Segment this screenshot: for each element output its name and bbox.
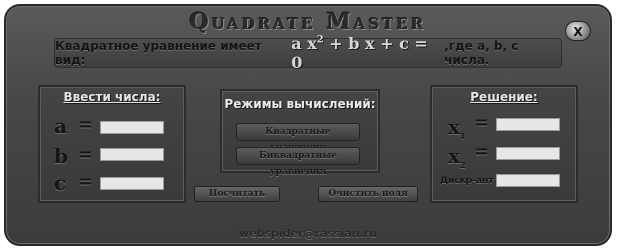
- equals-x2: =: [474, 141, 490, 162]
- solution-panel-title: Решение:: [470, 90, 538, 104]
- compute-button[interactable]: Посчитать: [194, 186, 280, 202]
- input-b[interactable]: [100, 148, 164, 161]
- equals-x1: =: [474, 112, 490, 133]
- formula-prefix: Квадратное уравнение имеет вид:: [55, 39, 262, 67]
- discriminant-label: Дискр-ант: [440, 176, 494, 186]
- label-b: b: [54, 144, 68, 168]
- footer-email: webspider@rassian.ru: [239, 227, 377, 240]
- solution-panel: Решение: x1 = x2 = Дискр-ант: [430, 85, 578, 203]
- label-c: c: [54, 171, 67, 195]
- clear-button[interactable]: Очистить поля: [318, 186, 418, 202]
- formula-bar: Квадратное уравнение имеет вид: a x2 + b…: [54, 34, 562, 72]
- input-a[interactable]: [100, 121, 164, 134]
- modes-panel: Режимы вычислений: Квадратные уравнения …: [220, 89, 380, 177]
- mode-quadratic-button[interactable]: Квадратные уравнения: [236, 123, 360, 153]
- output-discriminant[interactable]: [496, 174, 560, 187]
- app-window: Quadrate Master X Квадратное уравнение и…: [4, 4, 612, 246]
- label-x1: x1: [448, 115, 466, 141]
- label-x2: x2: [448, 144, 466, 170]
- output-x1[interactable]: [496, 118, 560, 131]
- equals-a: =: [78, 114, 94, 135]
- input-c[interactable]: [100, 177, 164, 190]
- modes-panel-title: Режимы вычислений:: [224, 97, 376, 111]
- close-button[interactable]: X: [565, 21, 591, 41]
- equals-c: =: [78, 171, 94, 192]
- output-x2[interactable]: [496, 147, 560, 160]
- label-a: a: [54, 114, 67, 138]
- formula-suffix: ,где a, b, с числа.: [444, 39, 519, 67]
- app-title: Quadrate Master: [189, 9, 427, 35]
- formula-equation: a x2 + b x + c = 0: [291, 34, 428, 72]
- mode-biquadratic-button[interactable]: Биквадратные уравнения: [236, 147, 360, 177]
- input-panel: Ввести числа: a = b = c =: [38, 85, 186, 203]
- equals-b: =: [78, 144, 94, 165]
- input-panel-title: Ввести числа:: [63, 90, 161, 104]
